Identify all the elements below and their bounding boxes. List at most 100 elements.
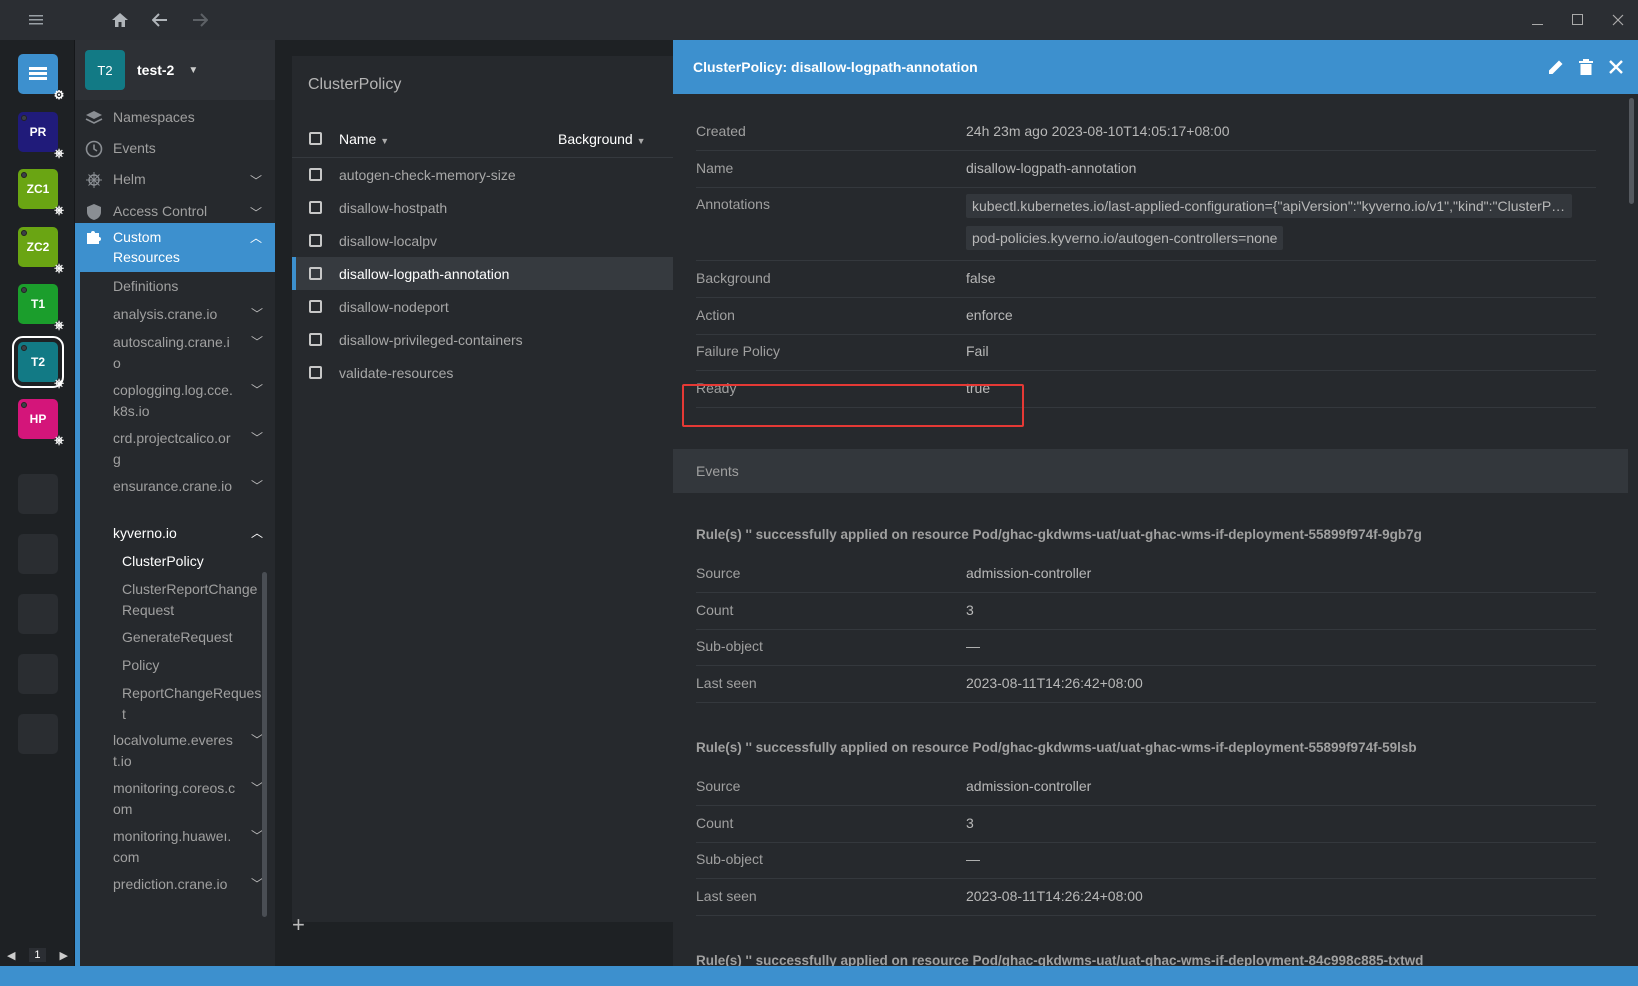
catalog-icon — [29, 67, 47, 80]
crd-label: coplogging.log.cce.k8s.io — [113, 382, 233, 419]
crd-reportchangerequest[interactable]: ReportChangeRequest — [75, 683, 275, 725]
home-icon[interactable] — [100, 0, 140, 40]
crd-label: kyverno.io — [113, 525, 177, 541]
table-row-selected[interactable]: disallow-logpath-annotation — [292, 257, 692, 290]
row-name: disallow-logpath-annotation — [339, 265, 510, 282]
sidebar-scrollbar[interactable] — [262, 572, 267, 917]
cluster-zc1[interactable]: ZC1 ⎈ — [18, 169, 64, 217]
crd-group[interactable]: coplogging.log.cce.k8s.io ﹀ — [75, 380, 275, 422]
chevron-down-icon: ﹀ — [250, 479, 263, 493]
prev-page-icon[interactable]: ◀ — [7, 949, 15, 962]
close-window-icon[interactable] — [1598, 0, 1638, 40]
cluster-header[interactable]: T2 test-2 ▼ — [75, 40, 275, 100]
field-value: 24h 23m ago 2023-08-10T14:05:17+08:00 — [966, 123, 1230, 139]
table-row[interactable]: disallow-hostpath — [292, 191, 692, 224]
crd-group[interactable]: localvolume.everest.io ﹀ — [75, 730, 275, 772]
table-row[interactable]: autogen-check-memory-size — [292, 158, 692, 191]
row-name: autogen-check-memory-size — [339, 166, 516, 183]
crd-clusterreportchangerequest[interactable]: ClusterReportChangeRequest — [75, 579, 275, 621]
event-source: Source admission-controller — [696, 555, 1596, 593]
sidebar-item-events[interactable]: Events — [75, 132, 275, 164]
cluster-t1[interactable]: T1 ⎈ — [18, 284, 64, 332]
crd-group[interactable]: autoscaling.crane.io ﹀ — [75, 332, 275, 374]
table-row[interactable]: validate-resources — [292, 356, 692, 389]
crd-label: ReportChangeRequest — [122, 685, 262, 722]
crd-label: monitoring.huaweı.com — [113, 828, 232, 865]
crd-definitions[interactable]: Definitions — [75, 276, 275, 297]
field-background: Background false — [696, 260, 1596, 298]
close-drawer-icon[interactable] — [1606, 57, 1626, 77]
chevron-up-icon: ︿ — [249, 231, 262, 245]
field-value: 2023-08-11T14:26:24+08:00 — [966, 888, 1143, 904]
field-value: true — [966, 380, 991, 396]
forward-arrow-icon[interactable] — [180, 0, 220, 40]
empty-slot[interactable] — [18, 534, 58, 574]
crd-clusterpolicy[interactable]: ClusterPolicy — [75, 551, 275, 572]
empty-slot[interactable] — [18, 594, 58, 634]
catalog-button[interactable]: ⚙ — [18, 54, 64, 102]
annotation-chip: kubectl.kubernetes.io/last-applied-confi… — [966, 194, 1572, 218]
add-tab-button[interactable]: + — [292, 912, 305, 938]
empty-slot[interactable] — [18, 714, 58, 754]
row-checkbox[interactable] — [309, 168, 322, 181]
row-checkbox[interactable] — [309, 333, 322, 346]
column-name[interactable]: Name ▼ — [339, 131, 389, 147]
row-checkbox[interactable] — [309, 234, 322, 247]
field-value: enforce — [966, 307, 1013, 323]
field-key: Last seen — [696, 675, 757, 691]
table-row[interactable]: disallow-localpv — [292, 224, 692, 257]
column-background[interactable]: Background ▼ — [558, 131, 646, 147]
settings-gear-icon: ⚙ — [53, 88, 65, 102]
sidebar-item-label: Access Control — [113, 203, 208, 219]
title-bar — [0, 0, 1638, 40]
crd-group-kyverno[interactable]: kyverno.io ︿ — [75, 523, 275, 544]
row-checkbox[interactable] — [309, 300, 322, 313]
cluster-hp[interactable]: HP ⎈ — [18, 399, 64, 447]
next-page-icon[interactable]: ▶ — [60, 949, 68, 962]
row-name: disallow-privileged-containers — [339, 331, 523, 348]
field-value: — — [966, 851, 980, 867]
row-checkbox[interactable] — [309, 267, 322, 280]
chevron-down-icon: ﹀ — [250, 431, 263, 445]
field-key: Count — [696, 815, 734, 831]
table-header: Name ▼ Background ▼ — [292, 120, 692, 158]
cluster-t2[interactable]: T2 ⎈ — [12, 336, 64, 390]
field-value: admission-controller — [966, 778, 1092, 794]
field-value: Fail — [966, 343, 989, 359]
minimize-icon[interactable] — [1518, 0, 1558, 40]
row-checkbox[interactable] — [309, 201, 322, 214]
cluster-pr[interactable]: PR ⎈ — [18, 112, 64, 160]
field-key: Name — [696, 160, 734, 176]
sidebar-item-namespaces[interactable]: Namespaces — [75, 100, 275, 134]
field-value: — — [966, 638, 980, 654]
sidebar: T2 test-2 ▼ Namespaces Events Helm ﹀ Acc… — [75, 40, 275, 966]
drawer-scrollbar[interactable] — [1629, 98, 1634, 204]
crd-group[interactable]: crd.projectcalico.org ﹀ — [75, 428, 275, 470]
sidebar-item-custom-resources[interactable]: Custom Resources ︿ — [75, 223, 275, 272]
delete-trash-icon[interactable] — [1576, 57, 1596, 77]
crd-policy[interactable]: Policy — [75, 655, 275, 676]
empty-slot[interactable] — [18, 474, 58, 514]
crd-label: analysis.crane.io — [113, 306, 218, 322]
maximize-icon[interactable] — [1558, 0, 1598, 40]
field-key: Background — [696, 270, 771, 286]
sidebar-item-helm[interactable]: Helm ﹀ — [75, 163, 275, 195]
crd-group[interactable]: analysis.crane.io ﹀ — [75, 304, 275, 325]
row-checkbox[interactable] — [309, 366, 322, 379]
kubernetes-icon: ⎈ — [54, 375, 64, 390]
empty-slot[interactable] — [18, 654, 58, 694]
menu-icon[interactable] — [0, 0, 72, 40]
crd-group[interactable]: monitoring.huaweı.com ﹀ — [75, 826, 275, 868]
event-source: Source admission-controller — [696, 768, 1596, 806]
field-name: Name disallow-logpath-annotation — [696, 150, 1596, 188]
edit-pencil-icon[interactable] — [1546, 57, 1566, 77]
table-row[interactable]: disallow-privileged-containers — [292, 323, 692, 356]
back-arrow-icon[interactable] — [140, 0, 180, 40]
cluster-zc2[interactable]: ZC2 ⎈ — [18, 227, 64, 275]
table-row[interactable]: disallow-nodeport — [292, 290, 692, 323]
crd-generaterequest[interactable]: GenerateRequest — [75, 627, 275, 648]
crd-group[interactable]: ensurance.crane.io ﹀ — [75, 476, 275, 497]
crd-group[interactable]: monitoring.coreos.com ﹀ — [75, 778, 275, 820]
crd-group[interactable]: prediction.crane.io ﹀ — [75, 874, 275, 895]
select-all-checkbox[interactable] — [309, 132, 322, 145]
